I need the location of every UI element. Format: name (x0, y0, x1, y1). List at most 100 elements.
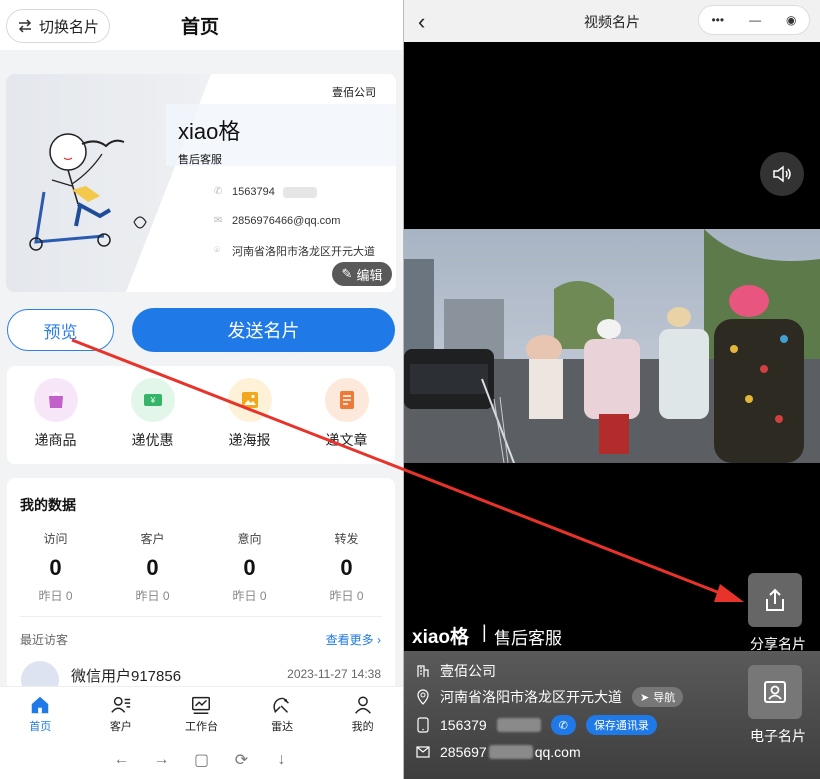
stat-label: 转发 (334, 532, 359, 546)
video-card-role: 售后客服 (494, 629, 562, 648)
tool-item[interactable]: 递文章 (307, 378, 387, 464)
video-card-pane: ‹ 视频名片 ••• — ◉ xiao格 | 售后客服 分享名片 壹佰公司 河南… (404, 0, 820, 779)
card-illustration (6, 74, 396, 292)
address-text: 河南省洛阳市洛龙区开元大道 (440, 689, 622, 705)
tab-label: 雷达 (271, 720, 294, 733)
card-role: 售后客服 (178, 154, 222, 166)
home-icon (32, 696, 49, 713)
preview-button[interactable]: 预览 (7, 309, 114, 351)
stat-item[interactable]: 转发 0 昨日 0 (298, 530, 395, 604)
stat-item[interactable]: 客户 0 昨日 0 (104, 530, 201, 604)
email-prefix: 285697 (440, 744, 487, 760)
tab-item[interactable]: 雷达 (242, 687, 323, 740)
call-button[interactable]: ✆ (550, 715, 576, 735)
stat-yesterday: 昨日 0 (329, 589, 364, 603)
tab-item[interactable]: 我的 (322, 687, 403, 740)
switch-card-button[interactable]: 切换名片 (6, 9, 110, 43)
mail-icon (416, 745, 430, 759)
tool-item[interactable]: 递商品 (16, 378, 96, 464)
card-email-row: ✉ 2856976466@qq.com (214, 215, 340, 227)
stat-yesterday: 昨日 0 (135, 589, 170, 603)
pencil-icon: ✎ (341, 266, 353, 281)
phone-icon: ✆ (214, 186, 223, 197)
recent-visitors-label: 最近访客 (20, 633, 69, 647)
share-icon (766, 588, 784, 611)
stat-label: 客户 (140, 532, 165, 546)
navigate-icon: ➤ (640, 691, 650, 704)
see-more-link[interactable]: 查看更多 › (326, 631, 381, 648)
tab-item[interactable]: 客户 (81, 687, 162, 740)
stat-label: 访问 (43, 532, 68, 546)
card-phone-row: ✆ 1563794 (214, 186, 317, 198)
card-email: 2856976466@qq.com (232, 215, 341, 227)
coupon-icon: ¥ (130, 378, 175, 422)
quick-tools: 递商品 ¥ 递优惠 递海报 递文章 (7, 366, 395, 464)
bag-icon (33, 378, 78, 422)
stat-item[interactable]: 访问 0 昨日 0 (7, 530, 104, 604)
video-card-name: xiao格 (412, 627, 470, 648)
tab-label: 我的 (351, 720, 374, 733)
download-icon[interactable]: ↓ (272, 751, 292, 769)
miniprogram-header: ‹ 视频名片 ••• — ◉ (404, 0, 820, 42)
stat-yesterday: 昨日 0 (38, 589, 73, 603)
tab-label: 客户 (109, 720, 132, 733)
stat-label: 意向 (237, 532, 262, 546)
e-card-label: 电子名片 (750, 728, 806, 744)
stat-yesterday: 昨日 0 (232, 589, 267, 603)
card-name: xiao格 (178, 119, 241, 144)
contact-info-panel: 壹佰公司 河南省洛阳市洛龙区开元大道 ➤ 导航 156379 ✆ 保存通讯录 28… (404, 651, 820, 779)
visitor-name[interactable]: 微信用户917856 (71, 665, 181, 686)
edit-label: 编辑 (356, 267, 383, 283)
navigate-button[interactable]: ➤ 导航 (632, 687, 684, 707)
forward-arrow-icon[interactable]: → (152, 751, 172, 769)
switch-card-label: 切换名片 (38, 18, 99, 36)
stat-item[interactable]: 意向 0 昨日 0 (201, 530, 298, 604)
video-frame[interactable] (404, 229, 820, 463)
save-contact-button[interactable]: 保存通讯录 (585, 715, 657, 735)
redacted-phone (282, 186, 317, 198)
tool-item[interactable]: ¥ 递优惠 (113, 378, 193, 464)
radar-icon (273, 697, 290, 713)
profile-icon (354, 695, 371, 714)
switch-icon (18, 19, 32, 33)
window-icon[interactable]: ▢ (192, 750, 212, 770)
close-icon[interactable]: ◉ (786, 13, 796, 27)
stat-value: 0 (243, 555, 256, 580)
tool-label: 递商品 (34, 432, 77, 448)
card-company: 壹佰公司 (332, 87, 376, 99)
capsule-menu: ••• — ◉ (698, 5, 810, 35)
location-icon (416, 689, 430, 705)
edit-card-button[interactable]: ✎ 编辑 (332, 262, 392, 286)
minimize-icon[interactable]: — (749, 13, 761, 27)
poster-icon (227, 378, 272, 422)
rotate-icon[interactable]: ⟳ (232, 750, 252, 770)
send-card-button[interactable]: 发送名片 (132, 308, 395, 352)
share-card-button[interactable] (748, 573, 802, 627)
e-card-button[interactable] (748, 665, 802, 719)
card-phone: 1563794 (232, 186, 275, 198)
email-row: 285697 qq.com (416, 744, 581, 760)
card-address-row: ⌾ 河南省洛阳市洛龙区开元大道 (214, 243, 375, 259)
volume-toggle-button[interactable] (760, 152, 804, 196)
email-suffix: qq.com (534, 744, 581, 760)
more-icon[interactable]: ••• (711, 13, 724, 27)
back-arrow-icon[interactable]: ← (112, 751, 132, 769)
tool-label: 递优惠 (131, 432, 174, 448)
stat-value: 0 (340, 555, 353, 580)
browser-nav-bar: ← → ▢ ⟳ ↓ (0, 740, 403, 779)
tab-item[interactable]: 工作台 (161, 687, 242, 740)
tab-item[interactable]: 首页 (0, 687, 81, 740)
page-title: 首页 (180, 17, 219, 38)
tab-label: 首页 (29, 720, 52, 733)
mobile-icon (416, 717, 430, 733)
tool-label: 递文章 (325, 432, 368, 448)
article-icon (324, 378, 369, 422)
back-icon[interactable]: ‹ (418, 9, 425, 35)
tool-item[interactable]: 递海报 (210, 378, 290, 464)
my-data-title: 我的数据 (20, 497, 76, 513)
business-card[interactable]: 壹佰公司 xiao格 售后客服 ✆ 1563794 ✉ 2856976466@q… (6, 74, 396, 292)
name-separator: | (482, 622, 487, 642)
company-row: 壹佰公司 (416, 661, 496, 681)
id-card-icon (764, 681, 786, 703)
navigate-label: 导航 (653, 692, 676, 704)
